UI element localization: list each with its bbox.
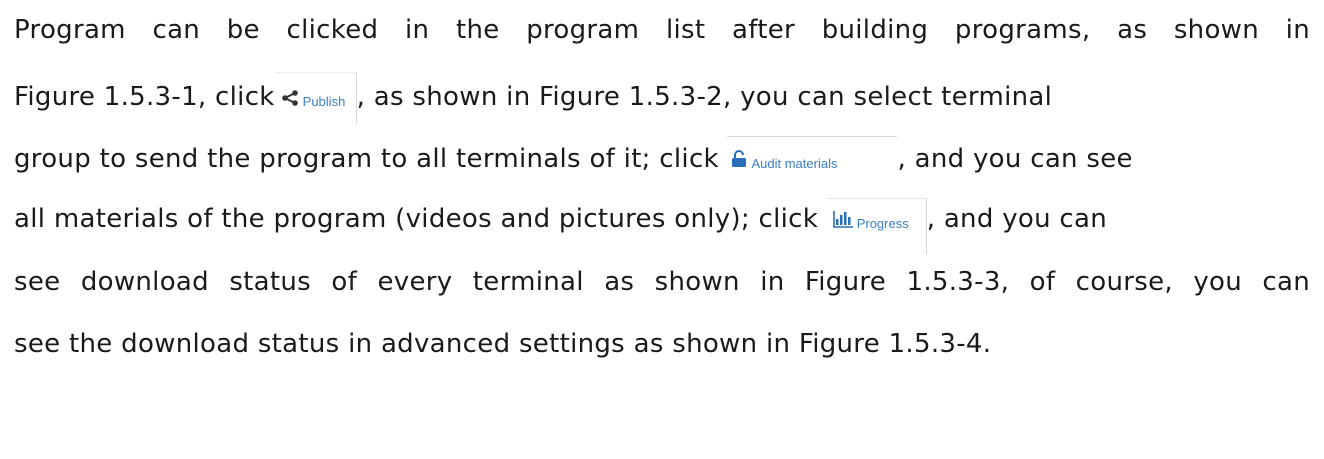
bar-chart-icon	[832, 204, 853, 244]
paragraph-line-1: Program can be clicked in the program li…	[14, 10, 1310, 50]
paragraph-line-5: see download status of every terminal as…	[14, 262, 1310, 302]
publish-button-label: Publish	[302, 93, 346, 109]
progress-button-label: Progress	[856, 215, 909, 231]
line-2-text-after: , as shown in Figure 1.5.3-2, you can se…	[356, 82, 1053, 112]
paragraph-line-3: group to send the program to all termina…	[14, 136, 1133, 176]
paragraph-line-2: Figure 1.5.3-1, click Publish , as shown i…	[14, 72, 1053, 124]
line-6-text: see the download status in advanced sett…	[14, 329, 992, 359]
publish-button[interactable]: Publish	[274, 72, 357, 124]
audit-materials-label: Audit materials	[751, 155, 838, 171]
line-1-text: Program can be clicked in the program li…	[14, 15, 1310, 45]
unlock-icon	[731, 144, 747, 184]
line-2-text-before: Figure 1.5.3-1, click	[14, 82, 275, 112]
progress-button[interactable]: Progress	[826, 198, 927, 254]
audit-materials-button[interactable]: Audit materials	[727, 136, 898, 184]
paragraph-line-6: see the download status in advanced sett…	[14, 324, 991, 364]
line-4-text-after: , and you can	[926, 204, 1108, 234]
share-icon	[281, 82, 299, 122]
paragraph-line-4: all materials of the program (videos and…	[14, 198, 1108, 254]
line-4-text-before: all materials of the program (videos and…	[14, 204, 819, 234]
line-5-text: see download status of every terminal as…	[14, 267, 1310, 297]
line-3-text-before: group to send the program to all termina…	[14, 144, 719, 174]
line-3-text-after: , and you can see	[897, 144, 1133, 174]
